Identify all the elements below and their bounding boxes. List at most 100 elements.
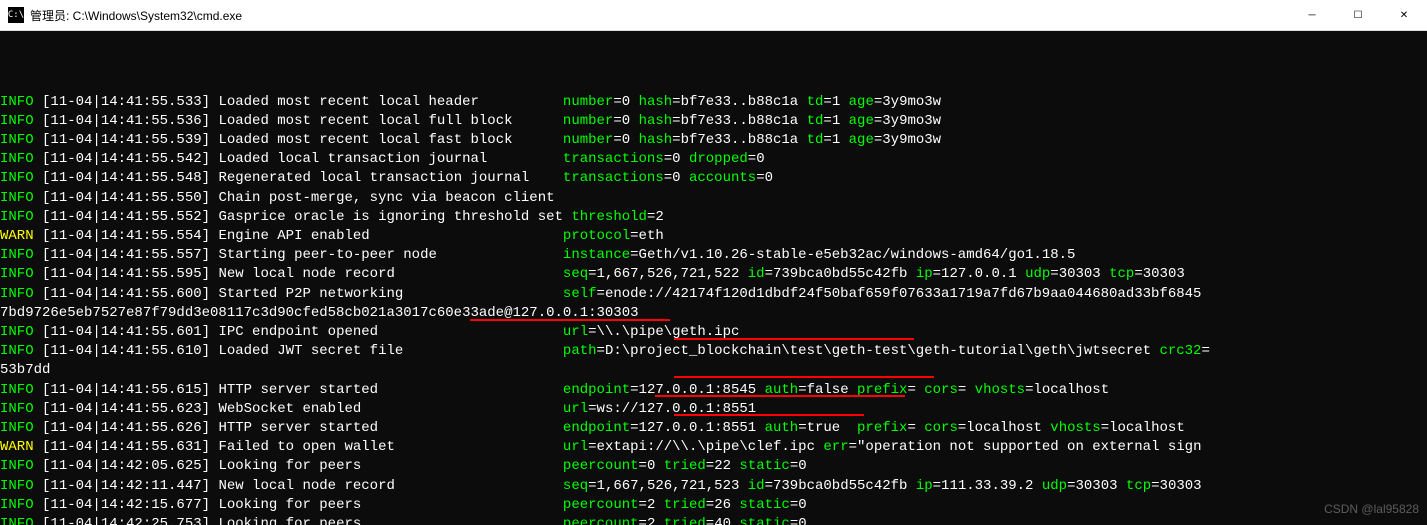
log-val: 30303 <box>1076 478 1118 494</box>
log-val: 3y9mo3w <box>882 94 941 110</box>
log-key: static <box>739 497 789 513</box>
eq: = <box>588 439 596 455</box>
log-line: INFO [11-04|14:41:55.539] Loaded most re… <box>0 131 1427 150</box>
log-level: INFO <box>0 132 34 148</box>
log-key: path <box>563 343 597 359</box>
log-level: INFO <box>0 343 34 359</box>
log-key: url <box>563 401 588 417</box>
titlebar[interactable]: C:\ 管理员: C:\Windows\System32\cmd.exe ─ ☐… <box>0 0 1427 31</box>
eq: = <box>798 420 806 436</box>
cmd-window: C:\ 管理员: C:\Windows\System32\cmd.exe ─ ☐… <box>0 0 1427 525</box>
log-level: INFO <box>0 458 34 474</box>
log-message: Engine API enabled <box>218 228 562 244</box>
log-val: D:\project_blockchain\test\geth-test\get… <box>605 343 1151 359</box>
minimize-button[interactable]: ─ <box>1289 0 1335 30</box>
red-underline-annotation <box>470 319 670 321</box>
log-timestamp: [11-04|14:41:55.600] <box>34 286 219 302</box>
log-key: threshold <box>571 209 647 225</box>
eq: = <box>874 132 882 148</box>
log-val: 1,667,526,721,523 <box>597 478 740 494</box>
log-level: INFO <box>0 151 34 167</box>
log-message: New local node record <box>218 266 562 282</box>
log-level: INFO <box>0 266 34 282</box>
log-level: INFO <box>0 420 34 436</box>
log-level: WARN <box>0 228 34 244</box>
log-timestamp: [11-04|14:42:25.753] <box>34 516 219 525</box>
log-line: INFO [11-04|14:42:05.625] Looking for pe… <box>0 457 1427 476</box>
log-timestamp: [11-04|14:41:55.626] <box>34 420 219 436</box>
log-val: localhost <box>1034 382 1110 398</box>
log-message: IPC endpoint opened <box>218 324 562 340</box>
log-val: 30303 <box>1059 266 1101 282</box>
eq: = <box>588 266 596 282</box>
maximize-button[interactable]: ☐ <box>1335 0 1381 30</box>
eq: = <box>588 401 596 417</box>
log-line: INFO [11-04|14:41:55.536] Loaded most re… <box>0 112 1427 131</box>
log-val: 739bca0bd55c42fb <box>773 266 907 282</box>
eq: = <box>823 94 831 110</box>
red-underline-annotation <box>674 414 864 416</box>
terminal-output[interactable]: CSDN @lal95828 INFO [11-04|14:41:55.533]… <box>0 31 1427 525</box>
eq: = <box>630 228 638 244</box>
pad <box>655 497 663 513</box>
log-key: static <box>739 458 789 474</box>
log-key: age <box>849 94 874 110</box>
log-level: INFO <box>0 478 34 494</box>
log-key: age <box>849 132 874 148</box>
log-timestamp: [11-04|14:42:11.447] <box>34 478 219 494</box>
log-val: bf7e33..b88c1a <box>681 113 799 129</box>
eq: = <box>706 458 714 474</box>
window-buttons: ─ ☐ ✕ <box>1289 0 1427 30</box>
log-val: true <box>807 420 849 436</box>
eq: = <box>907 420 915 436</box>
log-key: url <box>563 324 588 340</box>
log-message: Failed to open wallet <box>218 439 562 455</box>
log-timestamp: [11-04|14:41:55.623] <box>34 401 219 417</box>
log-val: 0 <box>798 516 806 525</box>
log-level: INFO <box>0 497 34 513</box>
log-key: cors <box>924 382 958 398</box>
log-val: 30303 <box>1143 266 1185 282</box>
log-val: 3y9mo3w <box>882 113 941 129</box>
log-key: ip <box>916 266 933 282</box>
log-val: 1 <box>832 113 840 129</box>
pad <box>739 478 747 494</box>
log-key: url <box>563 439 588 455</box>
log-val: 0 <box>622 94 630 110</box>
eq: = <box>597 343 605 359</box>
close-button[interactable]: ✕ <box>1381 0 1427 30</box>
pad <box>798 94 806 110</box>
eq: = <box>630 247 638 263</box>
log-key: td <box>807 94 824 110</box>
pad <box>756 420 764 436</box>
eq: = <box>933 266 941 282</box>
eq: = <box>706 497 714 513</box>
log-line-wrap: 7bd9726e5eb7527e87f79dd3e08117c3d90cfed5… <box>0 304 1427 323</box>
log-timestamp: [11-04|14:41:55.631] <box>34 439 219 455</box>
log-key: tried <box>664 458 706 474</box>
log-message: Loaded most recent local full block <box>218 113 562 129</box>
log-level: INFO <box>0 324 34 340</box>
log-timestamp: [11-04|14:41:55.610] <box>34 343 219 359</box>
log-line: WARN [11-04|14:41:55.631] Failed to open… <box>0 438 1427 457</box>
log-timestamp: [11-04|14:41:55.595] <box>34 266 219 282</box>
log-val: 0 <box>756 151 764 167</box>
pad <box>840 113 848 129</box>
eq: = <box>1201 343 1209 359</box>
log-message: Looking for peers <box>218 497 562 513</box>
log-val: eth <box>639 228 664 244</box>
eq: = <box>790 458 798 474</box>
pad <box>907 266 915 282</box>
log-line: INFO [11-04|14:41:55.548] Regenerated lo… <box>0 169 1427 188</box>
log-val-wrap: 53b7dd <box>0 362 50 378</box>
log-message: Loaded local transaction journal <box>218 151 562 167</box>
log-line: INFO [11-04|14:42:15.677] Looking for pe… <box>0 496 1427 515</box>
log-line: INFO [11-04|14:42:11.447] New local node… <box>0 477 1427 496</box>
log-val: 0 <box>672 151 680 167</box>
log-key: td <box>807 113 824 129</box>
eq: = <box>613 113 621 129</box>
log-val: 111.33.39.2 <box>941 478 1033 494</box>
log-key: udp <box>1042 478 1067 494</box>
log-timestamp: [11-04|14:41:55.533] <box>34 94 219 110</box>
log-line: INFO [11-04|14:41:55.610] Loaded JWT sec… <box>0 342 1427 361</box>
